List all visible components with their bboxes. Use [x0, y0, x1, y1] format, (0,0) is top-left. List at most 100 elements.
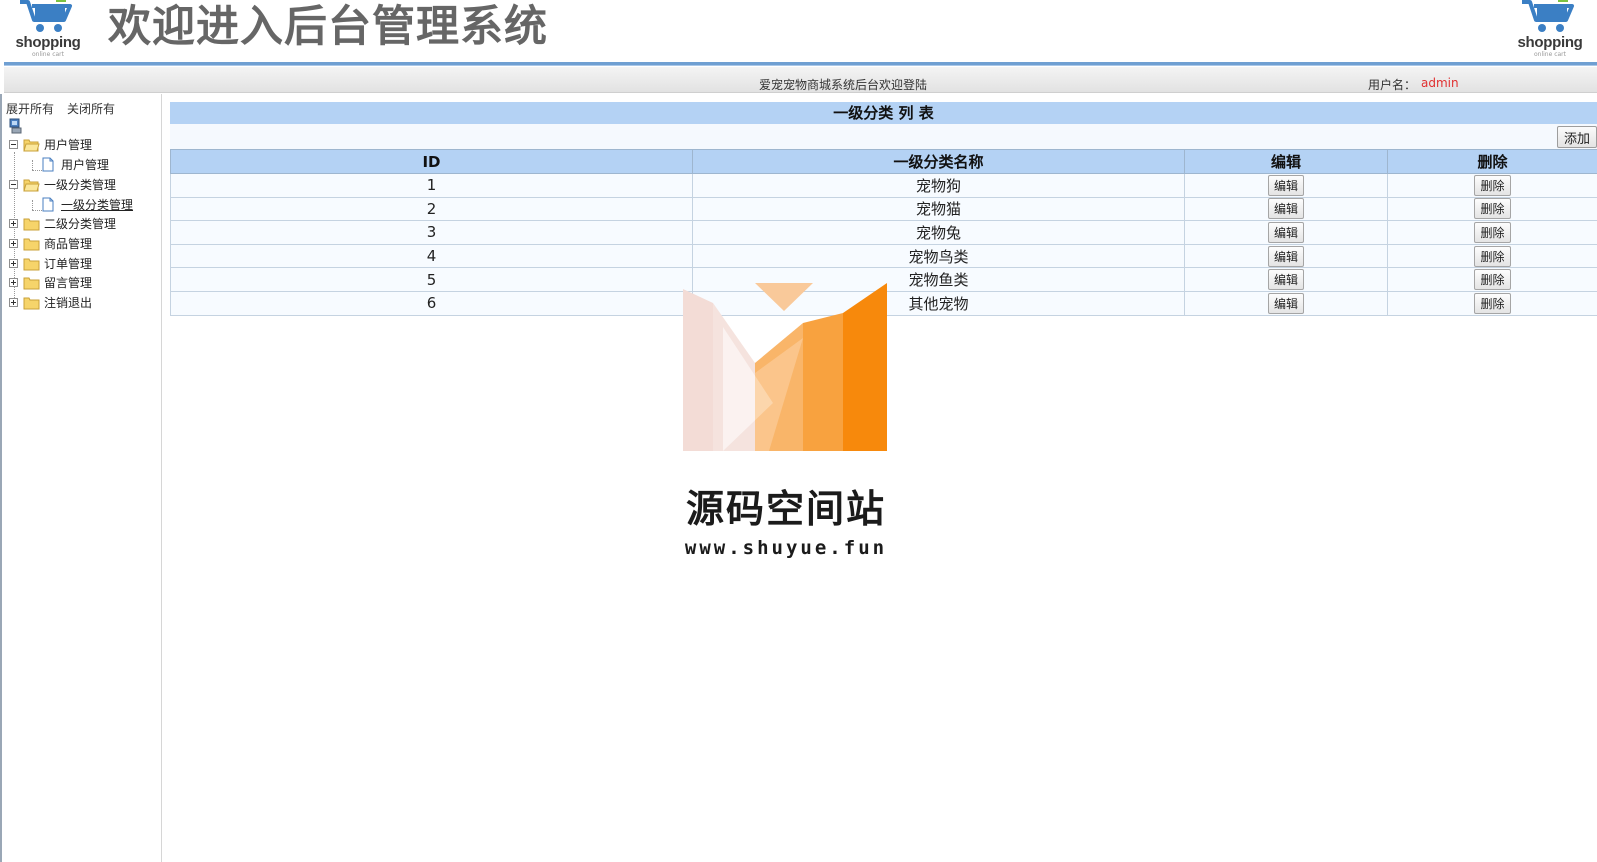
expand-all-link[interactable]: 展开所有: [6, 100, 54, 117]
header-divider: [4, 62, 1597, 66]
watermark-logo-icon: [683, 283, 887, 451]
cell-name: 宠物鸟类: [692, 243, 1185, 269]
cell-edit: 编辑: [1184, 243, 1388, 269]
cell-id: 2: [170, 196, 693, 222]
cell-id: 5: [170, 267, 693, 292]
cell-delete: 删除: [1387, 243, 1597, 269]
column-header-edit: 编辑: [1184, 149, 1388, 174]
edit-button[interactable]: 编辑: [1267, 269, 1304, 291]
logo-right: shopping online cart: [1508, 0, 1588, 60]
sidebar-item-label: 商品管理: [44, 237, 93, 251]
folder-icon: [23, 258, 40, 271]
sidebar-item-user-management[interactable]: 用户管理: [9, 135, 159, 155]
logo-subtext: online cart: [1533, 51, 1566, 58]
panel-title: 一级分类 列 表: [170, 102, 1597, 124]
add-button[interactable]: 添加: [1557, 126, 1597, 148]
sidebar-item-primary-category[interactable]: 一级分类管理: [9, 175, 159, 195]
welcome-text: 爱宠宠物商城系统后台欢迎登陆: [759, 78, 928, 92]
status-bar: 爱宠宠物商城系统后台欢迎登陆 用户名： admin: [4, 67, 1597, 93]
delete-button[interactable]: 删除: [1474, 221, 1511, 243]
cell-id: 6: [170, 290, 693, 316]
delete-button[interactable]: 删除: [1474, 292, 1511, 314]
watermark-url: www.shuyue.fun: [684, 537, 888, 559]
sidebar-item-label: 二级分类管理: [44, 217, 117, 231]
page-title: 欢迎进入后台管理系统: [108, 2, 548, 52]
sidebar-item-products[interactable]: 商品管理: [9, 234, 159, 254]
user-label: 用户名：: [1368, 78, 1417, 92]
column-header-id: ID: [170, 149, 693, 174]
expand-toggle-icon[interactable]: [9, 239, 18, 248]
sidebar-item-logout[interactable]: 注销退出: [9, 293, 159, 313]
cell-name: 宠物猫: [692, 196, 1185, 222]
expand-toggle-icon[interactable]: [9, 259, 18, 268]
header: shopping online cart 欢迎进入后台管理系统 shopping…: [0, 0, 1597, 62]
delete-button[interactable]: 删除: [1474, 269, 1511, 291]
shopping-cart-icon: [1522, 0, 1574, 32]
sidebar-item-orders[interactable]: 订单管理: [9, 254, 159, 274]
cell-delete: 删除: [1387, 267, 1597, 292]
folder-icon: [23, 238, 40, 251]
sidebar-item-label: 用户管理: [44, 138, 93, 152]
table-row: 4 宠物鸟类 编辑 删除: [170, 243, 1597, 269]
delete-button[interactable]: 删除: [1474, 245, 1511, 267]
cell-id: 3: [170, 220, 693, 245]
sidebar-subitem-label: 一级分类管理: [61, 198, 134, 212]
user-name: admin: [1421, 76, 1459, 90]
collapse-all-link[interactable]: 关闭所有: [67, 100, 115, 117]
edit-button[interactable]: 编辑: [1267, 292, 1304, 314]
folder-icon: [23, 277, 40, 290]
sidebar-item-label: 注销退出: [44, 296, 93, 310]
cell-name: 宠物兔: [692, 220, 1185, 245]
expand-toggle-icon[interactable]: [9, 298, 18, 307]
edit-button[interactable]: 编辑: [1267, 221, 1304, 243]
toolbar: 添加: [170, 124, 1597, 149]
table-row: 3 宠物兔 编辑 删除: [170, 220, 1597, 245]
logo-text: shopping: [15, 34, 81, 51]
cell-name: 宠物狗: [692, 173, 1185, 198]
cell-edit: 编辑: [1184, 290, 1388, 316]
folder-icon: [23, 297, 40, 310]
shopping-cart-icon: [20, 0, 72, 32]
table-row: 1 宠物狗 编辑 删除: [170, 173, 1597, 198]
sidebar-item-secondary-category[interactable]: 二级分类管理: [9, 214, 159, 234]
cell-id: 1: [170, 173, 693, 198]
document-icon: [42, 197, 54, 212]
sidebar-tree: 展开所有 关闭所有 用户管理 用户管理 一级分类管理 一级分类管理 二级分类管理…: [0, 94, 162, 862]
folder-open-icon: [23, 179, 40, 192]
delete-button[interactable]: 删除: [1474, 198, 1511, 220]
watermark-title: 源码空间站: [685, 487, 886, 531]
cell-edit: 编辑: [1184, 173, 1388, 198]
edit-button[interactable]: 编辑: [1267, 198, 1304, 220]
sidebar-item-messages[interactable]: 留言管理: [9, 273, 159, 293]
admin-app: shopping online cart 欢迎进入后台管理系统 shopping…: [0, 0, 1597, 862]
expand-toggle-icon[interactable]: [9, 278, 18, 287]
cell-delete: 删除: [1387, 220, 1597, 245]
cell-delete: 删除: [1387, 290, 1597, 316]
computer-icon: [9, 118, 22, 134]
sidebar-subitem-primary-category[interactable]: 一级分类管理: [32, 195, 160, 215]
collapse-toggle-icon[interactable]: [9, 140, 18, 149]
document-icon: [42, 157, 54, 172]
sidebar-item-label: 留言管理: [44, 276, 93, 290]
column-header-delete: 删除: [1387, 149, 1597, 174]
expand-toggle-icon[interactable]: [9, 219, 18, 228]
cell-edit: 编辑: [1184, 220, 1388, 245]
table-header-row: ID 一级分类名称 编辑 删除: [170, 149, 1597, 174]
cell-delete: 删除: [1387, 196, 1597, 222]
sidebar-subitem-user-management[interactable]: 用户管理: [32, 155, 160, 175]
sidebar-subitem-label: 用户管理: [61, 158, 110, 172]
cell-edit: 编辑: [1184, 267, 1388, 292]
column-header-name: 一级分类名称: [692, 149, 1185, 174]
edit-button[interactable]: 编辑: [1267, 174, 1304, 196]
folder-icon: [23, 218, 40, 231]
folder-open-icon: [23, 139, 40, 152]
logo-text: shopping: [1517, 34, 1583, 51]
cell-id: 4: [170, 243, 693, 269]
cell-edit: 编辑: [1184, 196, 1388, 222]
collapse-toggle-icon[interactable]: [9, 180, 18, 189]
sidebar-item-label: 订单管理: [44, 257, 93, 271]
cell-delete: 删除: [1387, 173, 1597, 198]
delete-button[interactable]: 删除: [1474, 174, 1511, 196]
edit-button[interactable]: 编辑: [1267, 245, 1304, 267]
logo-left: shopping online cart: [6, 0, 86, 60]
